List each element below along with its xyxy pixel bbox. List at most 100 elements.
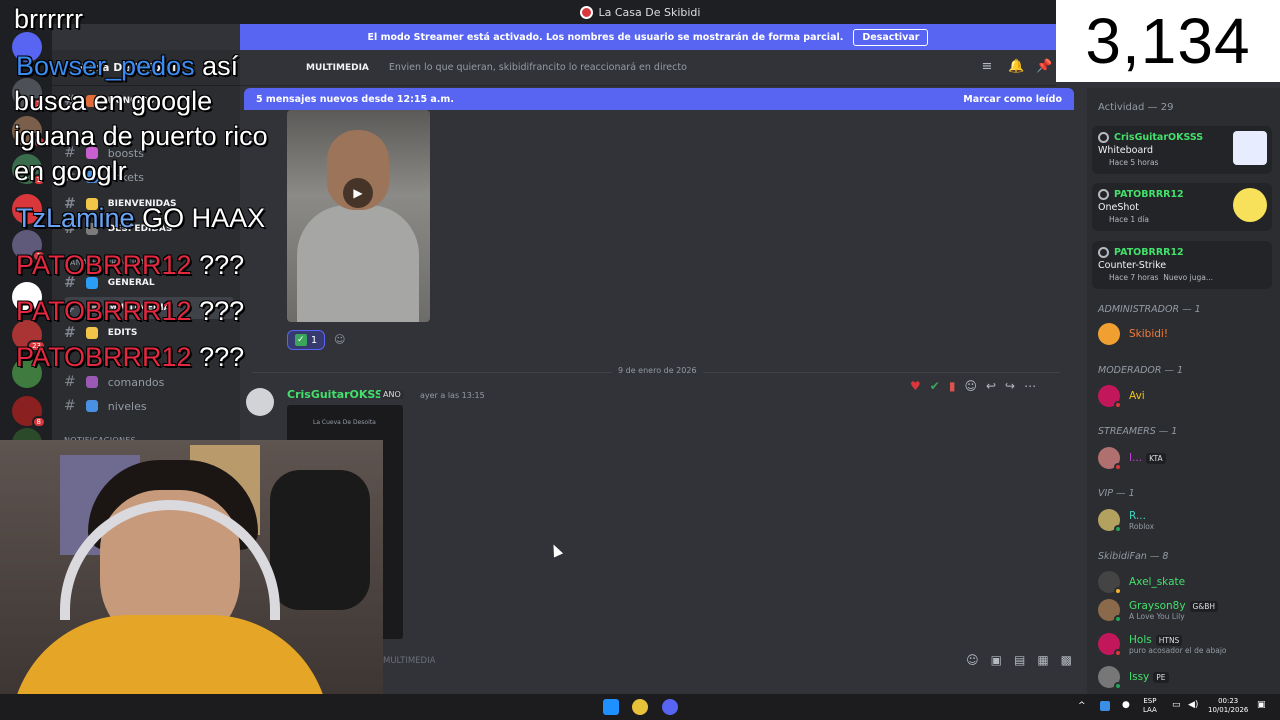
activity-image [1233, 131, 1267, 165]
game-icon [1098, 247, 1109, 258]
channel-emoji-icon [85, 376, 98, 388]
status-icon [1114, 401, 1122, 409]
clock-time: 00:23 [1218, 697, 1239, 705]
message-author[interactable]: CrisGuitarOKSSS [287, 388, 390, 401]
chrome-icon[interactable] [632, 699, 648, 715]
status-icon [1114, 525, 1122, 533]
flag-icon[interactable]: ▮ [949, 379, 956, 393]
overlay-chat-line: PATOBRRR12 ??? [16, 342, 244, 373]
date-divider-text: 9 de enero de 2026 [612, 366, 703, 375]
activity-card[interactable]: CrisGuitarOKSSS Whiteboard Hace 5 horas [1092, 126, 1272, 174]
role-header: SkibidiFan — 8 [1098, 551, 1169, 562]
date-divider: 9 de enero de 2026 [252, 366, 1060, 375]
channel-item[interactable]: # niveles [64, 395, 147, 417]
member-tag: G&BH [1189, 600, 1218, 612]
channel-topic[interactable]: Envien lo que quieran, skibidifrancito l… [389, 62, 687, 73]
activity-image [1233, 188, 1267, 222]
activity-card[interactable]: PATOBRRR12 Counter-Strike Hace 7 horas N… [1092, 241, 1272, 289]
reply-icon[interactable]: ↩ [986, 379, 996, 393]
discord-app-icon[interactable] [662, 699, 678, 715]
check-icon: ✓ [294, 334, 307, 346]
mic-icon[interactable]: ● [1122, 701, 1130, 710]
language-indicator[interactable]: ESP LAA [1143, 697, 1157, 715]
member-item[interactable]: Avi [1098, 384, 1145, 409]
sticker-icon[interactable]: ▤ [1014, 653, 1025, 667]
channel-item[interactable]: # comandos [64, 371, 164, 393]
banner-text: El modo Streamer está activado. Los nomb… [367, 31, 844, 43]
reaction-pill[interactable]: ✓ 1 [287, 330, 325, 350]
tray-app-icon[interactable] [1100, 701, 1110, 711]
member-tag: KTA [1146, 452, 1166, 464]
member-status: Roblox [1129, 521, 1155, 531]
windows-start-icon[interactable] [603, 699, 619, 715]
member-item[interactable]: Grayson8y G&BH A Love You Lily [1098, 598, 1218, 623]
status-icon [1114, 615, 1122, 623]
game-icon [1098, 132, 1109, 143]
activity-header[interactable]: Actividad — 29 [1098, 102, 1173, 113]
window-title: La Casa De Skibidi [598, 5, 701, 19]
activity-card[interactable]: PATOBRRR12 OneShot Hace 1 día [1092, 183, 1272, 231]
channel-title: MULTIMEDIA [306, 62, 369, 73]
clock[interactable]: 00:23 10/01/2026 [1208, 697, 1248, 715]
role-header: VIP — 1 [1098, 488, 1135, 499]
new-messages-bar[interactable]: 5 mensajes nuevos desde 12:15 a.m. Marca… [244, 88, 1074, 110]
keyboard-layout: LAA [1143, 706, 1157, 714]
channel-emoji-icon [85, 327, 98, 339]
member-item[interactable]: R... Roblox [1098, 508, 1155, 533]
channel-label: EDITS [107, 328, 138, 338]
network-icon[interactable]: ▭ [1172, 701, 1181, 710]
play-icon[interactable]: ▶ [343, 178, 373, 208]
streamer-mode-banner: El modo Streamer está activado. Los nomb… [240, 24, 1056, 50]
channel-label: comandos [107, 375, 165, 389]
check-icon[interactable]: ✔ [930, 379, 940, 393]
mark-read-button[interactable]: Marcar como leído [963, 94, 1062, 105]
unread-badge: 8 [31, 416, 46, 428]
avatar [1098, 571, 1122, 595]
overlay-text: así [202, 51, 239, 81]
role-header: STREAMERS — 1 [1098, 426, 1178, 437]
member-item[interactable]: I... KTA [1098, 446, 1166, 471]
status-icon [1114, 649, 1122, 657]
overlay-user: PATOBRRR12 [16, 250, 192, 280]
overlay-text: iguana de puerto rico [14, 121, 268, 151]
avatar[interactable] [246, 388, 274, 416]
header-toolbar: ≡ 🔔 📌 [980, 60, 1053, 74]
apps-icon[interactable]: ▦ [1037, 653, 1048, 667]
member-name: Skibidi! [1129, 328, 1169, 340]
pin-icon[interactable]: 📌 [1036, 60, 1052, 74]
member-item[interactable]: Axel_skate [1098, 570, 1186, 595]
server-icon[interactable]: 8 [12, 396, 46, 428]
overlay-chat-line: PATOBRRR12 ??? [16, 250, 244, 281]
gif-icon[interactable]: ▣ [991, 653, 1002, 667]
member-item[interactable]: Hols HTNS puro acosador el de abajo [1098, 632, 1227, 657]
heart-icon[interactable]: ♥ [910, 379, 921, 393]
notification-icon[interactable]: ▣ [1257, 701, 1266, 710]
add-reaction-icon[interactable]: ☺ [964, 379, 977, 393]
member-name: Axel_skate [1129, 576, 1186, 588]
forward-icon[interactable]: ↪ [1005, 379, 1015, 393]
composer-placeholder: MULTIMEDIA [383, 656, 436, 666]
overlay-chat-line: en googlr [14, 156, 127, 187]
activity-game: Counter-Strike [1098, 260, 1167, 271]
overlay-user: Bowser_pedos [16, 51, 195, 81]
activity-user: PATOBRRR12 [1114, 247, 1184, 258]
member-list: Actividad — 29 CrisGuitarOKSSS Whiteboar… [1087, 88, 1280, 694]
overlay-text: busca en google [14, 86, 213, 116]
disable-streamer-button[interactable]: Desactivar [853, 28, 929, 46]
video-thumbnail[interactable]: ▶ [287, 110, 430, 322]
activity-time-text: Hace 7 horas [1109, 273, 1159, 282]
overlay-chat-line: TzLamine GO HAAX [16, 203, 265, 234]
more-icon[interactable]: ⋯ [1024, 379, 1036, 393]
add-reaction-icon[interactable]: ☺ [334, 333, 345, 346]
avatar [1098, 447, 1122, 471]
bell-icon[interactable]: 🔔 [1008, 60, 1024, 74]
member-item[interactable]: Skibidi! [1098, 322, 1168, 346]
member-item[interactable]: Issy PE [1098, 665, 1169, 690]
hash-icon: # [64, 325, 76, 341]
viewer-count: 3,134 [1056, 0, 1280, 82]
emoji-icon[interactable]: ☺ [966, 653, 979, 667]
gift-icon[interactable]: ▩ [1061, 653, 1072, 667]
threads-icon[interactable]: ≡ [980, 60, 994, 74]
chevron-up-icon[interactable]: ^ [1078, 702, 1086, 711]
volume-icon[interactable]: ◀) [1188, 701, 1198, 710]
